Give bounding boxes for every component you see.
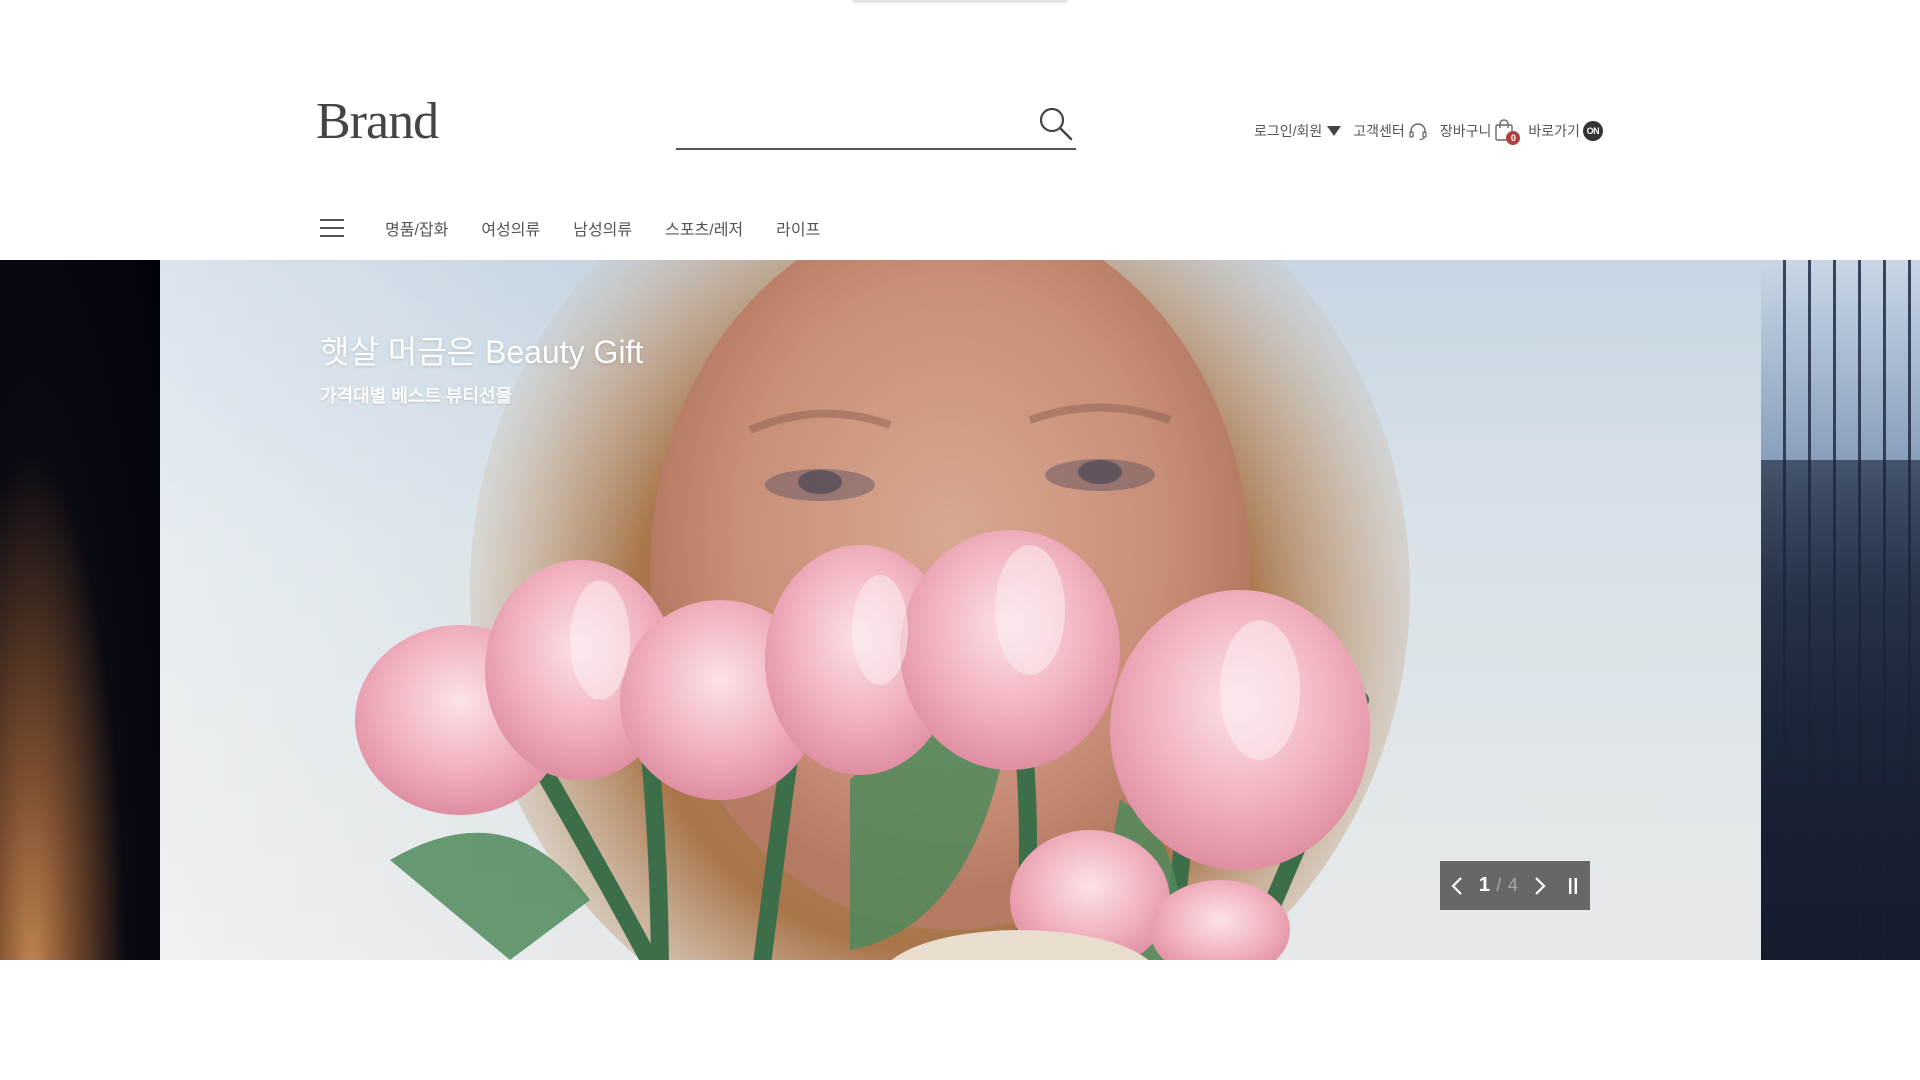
brand-logo[interactable]: Brand: [316, 92, 439, 151]
next-slide-peek[interactable]: [1761, 260, 1920, 960]
cart-link[interactable]: 장바구니 0: [1439, 119, 1521, 145]
carousel-current-index: 1: [1478, 874, 1490, 896]
shortcut-label: 바로가기: [1528, 123, 1580, 139]
carousel-prev-button[interactable]: [1446, 871, 1468, 901]
cart-label: 장바구니: [1439, 123, 1492, 139]
customer-center-link[interactable]: 고객센터: [1353, 121, 1428, 141]
carousel-total-count: 4: [1507, 875, 1518, 895]
carousel-pager: 1 / 4: [1440, 861, 1590, 910]
carousel-next-button[interactable]: [1529, 871, 1551, 901]
nav-item-luxury[interactable]: 명품/잡화: [385, 216, 448, 240]
search-bar: [676, 100, 1076, 150]
main-navigation: 명품/잡화 여성의류 남성의류 스포츠/레저 라이프: [320, 216, 853, 240]
previous-slide-peek[interactable]: [0, 260, 160, 960]
hero-carousel: [0, 260, 1920, 960]
shortcut-link[interactable]: 바로가기 ON: [1528, 121, 1603, 141]
nav-item-sports[interactable]: 스포츠/레저: [665, 216, 743, 240]
hero-title[interactable]: 햇살 머금은 Beauty Gift: [320, 327, 643, 373]
shortcut-on-badge: ON: [1582, 121, 1603, 141]
login-member-label: 로그인/회원: [1254, 123, 1323, 139]
utility-menu: 로그인/회원 고객센터 장바구니 0 바로가기 ON: [1254, 118, 1603, 145]
chevron-left-icon: [1451, 876, 1462, 895]
customer-center-label: 고객센터: [1353, 123, 1405, 139]
cart-icon-wrap: 0: [1494, 119, 1521, 145]
caret-down-icon: [1327, 126, 1342, 136]
top-notch-decoration: [852, 0, 1068, 3]
chevron-right-icon: [1535, 876, 1546, 895]
carousel-separator: /: [1496, 875, 1502, 895]
nav-item-life[interactable]: 라이프: [776, 216, 820, 240]
hamburger-menu-icon[interactable]: [320, 219, 344, 237]
login-member-menu[interactable]: 로그인/회원: [1254, 121, 1342, 141]
nav-item-women[interactable]: 여성의류: [481, 216, 540, 240]
hero-subtitle[interactable]: 가격대별 베스트 뷰티선물: [320, 382, 512, 408]
pause-icon: [1569, 877, 1578, 894]
headset-icon: [1409, 123, 1427, 141]
search-button[interactable]: [1036, 104, 1076, 144]
search-input[interactable]: [676, 100, 1016, 146]
carousel-pause-button[interactable]: [1562, 871, 1584, 901]
nav-item-men[interactable]: 남성의류: [573, 216, 632, 240]
search-icon: [1039, 107, 1073, 141]
cart-count-badge: 0: [1506, 131, 1521, 145]
